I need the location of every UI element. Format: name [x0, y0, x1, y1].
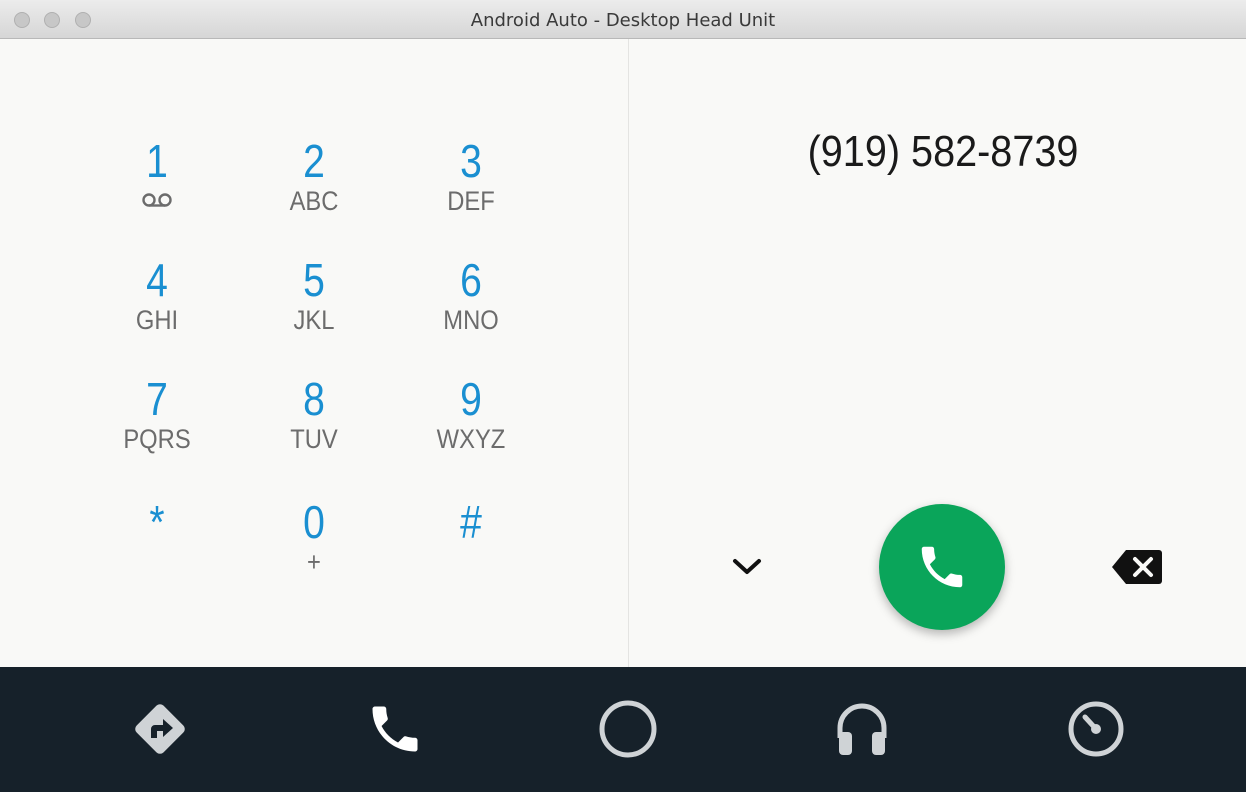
nav-phone-button[interactable]	[360, 697, 430, 761]
dial-key-digit: 2	[303, 135, 325, 187]
dial-key-letters: PQRS	[123, 424, 191, 454]
nav-home-button[interactable]	[593, 697, 663, 761]
dial-key-letters: GHI	[135, 305, 179, 335]
backspace-icon	[1112, 550, 1162, 584]
dial-key-digit: 7	[146, 373, 168, 425]
dial-key-2[interactable]: 2 ABC	[249, 136, 379, 236]
window-title: Android Auto - Desktop Head Unit	[470, 10, 776, 31]
dial-key-3[interactable]: 3 DEF	[406, 136, 536, 236]
phone-icon	[921, 546, 963, 588]
bottom-nav-bar	[0, 667, 1246, 792]
nav-overview-button[interactable]	[1061, 697, 1131, 761]
dial-key-digit: 5	[303, 254, 325, 306]
dialer-screen: 1 2 ABC 3 DEF 4 GHI 5 JKL 6 MNO 7 PQRS 8…	[0, 39, 1246, 667]
collapse-dialpad-button[interactable]	[724, 547, 770, 587]
dial-key-digit: 1	[146, 135, 168, 187]
dial-key-letters: ABC	[289, 186, 339, 216]
dial-key-digit: 8	[303, 373, 325, 425]
chevron-down-icon	[733, 559, 761, 574]
home-circle-icon	[599, 700, 657, 758]
phone-icon	[372, 706, 418, 752]
dial-key-4[interactable]: 4 GHI	[92, 255, 222, 355]
dial-key-digit: 6	[460, 254, 482, 306]
dial-key-digit: 0	[303, 496, 325, 548]
dial-key-star[interactable]: *	[92, 497, 222, 597]
title-bar: Android Auto - Desktop Head Unit	[0, 0, 1246, 39]
dial-key-9[interactable]: 9 WXYZ	[406, 374, 536, 474]
dial-key-letters: DEF	[447, 186, 495, 216]
dialed-number: (919) 582-8739	[807, 127, 1079, 176]
dial-key-8[interactable]: 8 TUV	[249, 374, 379, 474]
dial-key-letters: TUV	[290, 424, 338, 454]
navigation-icon	[135, 704, 185, 754]
dial-key-letters: MNO	[443, 305, 499, 335]
dial-key-digit: *	[149, 496, 165, 548]
dial-key-6[interactable]: 6 MNO	[406, 255, 536, 355]
dial-key-5[interactable]: 5 JKL	[249, 255, 379, 355]
dial-key-hash[interactable]: #	[406, 497, 536, 597]
speedometer-icon	[1068, 701, 1124, 757]
dial-key-letters: JKL	[293, 305, 335, 335]
dial-key-digit: 9	[460, 373, 482, 425]
dial-key-digit: 4	[146, 254, 168, 306]
dial-key-0[interactable]: 0 +	[249, 497, 379, 597]
panel-divider	[628, 39, 629, 667]
dial-key-1[interactable]: 1	[92, 136, 222, 236]
call-button[interactable]	[879, 504, 1005, 630]
headphones-icon	[837, 703, 887, 755]
dial-key-letters: +	[307, 547, 321, 577]
dial-key-digit: 3	[460, 135, 482, 187]
nav-media-button[interactable]	[827, 697, 897, 761]
nav-navigation-button[interactable]	[125, 697, 195, 761]
backspace-button[interactable]	[1108, 547, 1166, 587]
dial-key-digit: #	[460, 496, 482, 548]
android-auto-window: Android Auto - Desktop Head Unit 1 2 ABC…	[0, 0, 1246, 792]
dial-key-letters: WXYZ	[436, 424, 506, 454]
dial-key-7[interactable]: 7 PQRS	[92, 374, 222, 474]
voicemail-icon	[142, 193, 172, 207]
